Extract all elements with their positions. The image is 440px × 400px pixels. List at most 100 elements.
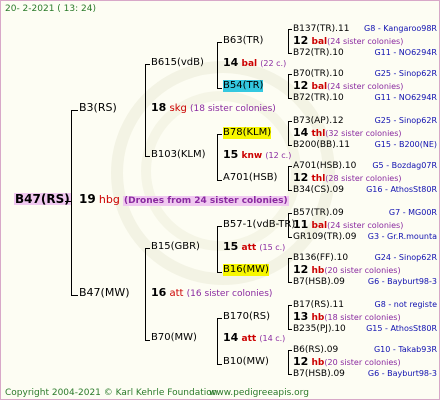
g2-info: 15 knw (12 c.) xyxy=(223,148,292,162)
g3-colonies: (20 sister colonies) xyxy=(324,358,401,367)
connector xyxy=(288,305,292,306)
connector xyxy=(145,64,146,156)
g4-detail: G25 - Sinop62R xyxy=(374,69,437,78)
connector xyxy=(288,121,289,145)
g3-abbr: hb xyxy=(311,358,325,368)
g4-row: B6(RS).09 G10 - Takab93R xyxy=(293,344,437,356)
connector xyxy=(217,318,222,319)
footer-copyright: Copyright 2004-2021 © Karl Kehrle Founda… xyxy=(5,388,218,398)
connector xyxy=(288,53,292,54)
g3-name: A701(HSB) xyxy=(223,172,278,183)
g1-info: 16 att (16 sister colonies) xyxy=(151,286,273,300)
g4-detail: G8 - Kangaroo98R xyxy=(364,24,437,33)
g3-number: 12 xyxy=(293,171,309,184)
connector xyxy=(288,258,292,259)
g3-abbr: thl xyxy=(311,129,326,139)
g4-detail: G16 - AthosSt80R xyxy=(366,185,437,194)
connector xyxy=(288,329,292,330)
g3-name-highlight: B78(KLM) xyxy=(223,127,272,139)
g4-row: B72(TR).10 G11 - NO6294R xyxy=(293,92,437,104)
g4-detail: G8 - not registe xyxy=(374,300,437,309)
connector xyxy=(288,237,292,238)
connector xyxy=(288,305,289,329)
g4-row: B235(PJ).10 G15 - AthosSt80R xyxy=(293,323,437,335)
sire-name: B3(RS) xyxy=(79,101,117,114)
connector xyxy=(145,248,150,249)
g3-colonies: (24 sister colonies) xyxy=(327,82,404,91)
connector xyxy=(288,258,289,282)
connector xyxy=(217,88,222,89)
g4-row: B200(BB).11 G15 - B200(NE) xyxy=(293,139,437,151)
connector xyxy=(65,201,71,202)
g3-colonies: (20 sister colonies) xyxy=(324,266,401,275)
g3-colonies: (28 sister colonies) xyxy=(325,174,402,183)
connector xyxy=(217,318,218,364)
g3-number: 12 xyxy=(293,79,309,92)
connector xyxy=(288,29,289,53)
connector xyxy=(288,74,289,98)
g3-abbr: bal xyxy=(311,221,328,231)
dam-name: B47(MW) xyxy=(79,286,130,299)
connector xyxy=(288,98,292,99)
g4-row: B7(HSB).09 G6 - Bayburt98-3 xyxy=(293,368,437,380)
g2-name: B615(vdB) xyxy=(151,57,204,68)
g2-info: 14 att (14 c.) xyxy=(223,331,286,345)
connector xyxy=(288,350,289,374)
connector xyxy=(288,213,289,237)
g4-row: B72(TR).10 G11 - NO6294R xyxy=(293,47,437,59)
g4-detail: G15 - AthosSt80R xyxy=(366,324,437,333)
g4-row: A701(HSB).10 G5 - Bozdag07R xyxy=(293,160,437,172)
g3-number: 12 xyxy=(293,355,309,368)
connector xyxy=(288,350,292,351)
connector xyxy=(288,282,292,283)
root-colonies: (Drones from 24 sister colonies) xyxy=(123,196,289,206)
g4-detail: G6 - Bayburt98-3 xyxy=(367,277,437,286)
g3-name-highlight: B16(MW) xyxy=(223,264,269,276)
g3-name-highlight: B54(TR) xyxy=(223,80,264,92)
connector xyxy=(217,134,218,180)
g3-number: 12 xyxy=(293,263,309,276)
g3-number: 13 xyxy=(293,310,309,323)
connector xyxy=(217,226,218,272)
g3-name: B10(MW) xyxy=(223,356,269,367)
g4-detail: G24 - Sinop62R xyxy=(374,253,437,262)
root-queen: B47(RS) xyxy=(14,192,71,206)
g2-info: 14 bal (22 c.) xyxy=(223,56,287,70)
footer-url[interactable]: www.pedigreeapis.org xyxy=(209,387,309,399)
g3-number: 12 xyxy=(293,34,309,47)
g3-abbr: bal xyxy=(311,37,328,47)
g3-name: B170(RS) xyxy=(223,311,271,322)
connector xyxy=(217,42,218,88)
g4-detail: G11 - NO6294R xyxy=(374,93,437,102)
g3-abbr: hb xyxy=(311,313,325,323)
g4-row: GR109(TR).09 G3 - Gr.R.mounta xyxy=(293,231,437,243)
g4-detail: G7 - MG00R xyxy=(388,208,437,217)
root-number: 19 xyxy=(79,192,96,206)
g2-name: B15(GBR) xyxy=(151,241,200,252)
g4-row: B70(TR).10 G25 - Sinop62R xyxy=(293,68,437,80)
g4-detail: G10 - Takab93R xyxy=(373,345,437,354)
connector xyxy=(217,364,222,365)
g4-row: B57(TR).09 G7 - MG00R xyxy=(293,207,437,219)
connector xyxy=(71,295,78,296)
g4-detail: G15 - B200(NE) xyxy=(374,140,437,149)
connector xyxy=(288,374,292,375)
g2-name: B103(KLM) xyxy=(151,149,206,160)
g4-detail: G5 - Bozdag07R xyxy=(372,161,437,170)
g3-abbr: bal xyxy=(311,82,328,92)
root-info: 19 hbg (Drones from 24 sister colonies) xyxy=(79,193,289,207)
connector xyxy=(288,145,292,146)
connector xyxy=(288,166,289,190)
g4-detail: G6 - Bayburt98-3 xyxy=(367,369,437,378)
root-abbr: hbg xyxy=(98,193,120,206)
g3-abbr: thl xyxy=(311,174,326,184)
g4-row: B73(AP).12 G25 - Sinop62R xyxy=(293,115,437,127)
connector xyxy=(288,166,292,167)
g3-number: 14 xyxy=(293,126,309,139)
connector xyxy=(71,110,78,111)
connector xyxy=(71,110,72,295)
connector xyxy=(288,121,292,122)
g4-detail: G11 - NO6294R xyxy=(374,48,437,57)
g3-name: B57-1(vdB-TR) xyxy=(223,219,296,230)
connector xyxy=(288,29,292,30)
